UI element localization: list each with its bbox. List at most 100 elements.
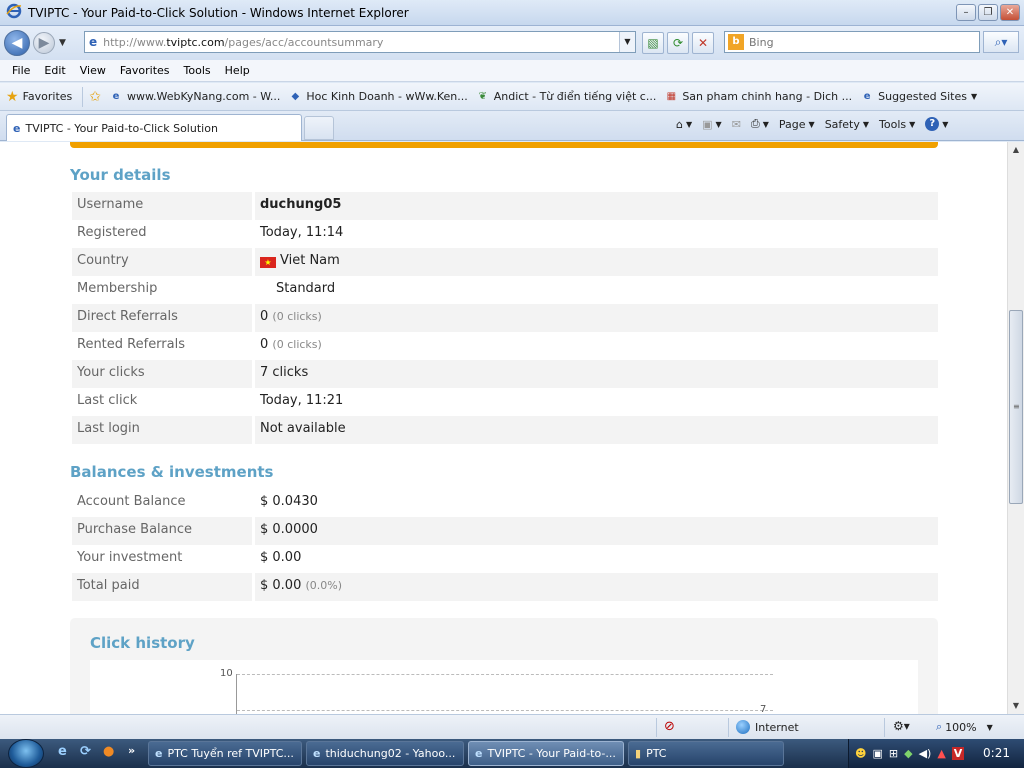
chevron-down-icon: ▼ [986, 722, 993, 732]
click-history-heading: Click history [90, 634, 195, 652]
grip-icon: ≡ [1013, 402, 1020, 411]
favorite-item-suggested-sites[interactable]: e Suggested Sites ▼ [860, 90, 977, 104]
compatibility-view-button[interactable]: ▧ [642, 32, 664, 54]
help-icon: ? [925, 117, 940, 131]
safety-menu-button[interactable]: Safety ▼ [825, 118, 869, 131]
taskbar-item-yahoo[interactable]: e thiduchung02 - Yahoo... [306, 741, 464, 766]
favorite-item-hockinhdoanh[interactable]: ◆ Hoc Kinh Doanh - wWw.Ken... [288, 90, 468, 104]
zoom-icon: ⌕ [936, 720, 943, 733]
table-row: Total paid $ 0.00 (0.0%) [70, 573, 938, 601]
store-icon: ▦ [666, 90, 677, 102]
menu-file[interactable]: File [10, 64, 32, 77]
address-bar[interactable]: e http://www.tviptc.com/pages/acc/accoun… [84, 31, 636, 53]
table-row: Registered Today, 11:14 [70, 220, 938, 248]
close-button[interactable]: ✕ [1000, 4, 1020, 21]
row-label: Country [72, 248, 252, 276]
recent-pages-dropdown-icon[interactable]: ▼ [59, 38, 66, 48]
rented-referrals-value: 0 (0 clicks) [260, 337, 322, 352]
scroll-up-icon[interactable]: ▲ [1008, 142, 1024, 158]
favorite-item-andict[interactable]: ❦ Andict - Từ điển tiếng việt c... [476, 90, 657, 104]
print-button[interactable]: ⎙ ▼ [751, 117, 769, 131]
ie-quicklaunch-icon[interactable]: e [58, 744, 67, 759]
menu-edit[interactable]: Edit [42, 64, 67, 77]
forward-button[interactable]: ▶ [33, 32, 55, 54]
start-button[interactable] [8, 739, 44, 768]
vietkey-icon[interactable]: V [951, 747, 965, 760]
menu-view[interactable]: View [78, 64, 108, 77]
antivirus-icon[interactable]: ▲ [937, 747, 945, 760]
header-divider [70, 142, 938, 148]
refresh-button[interactable]: ⟳ [667, 32, 689, 54]
volume-icon[interactable]: ◀) [919, 747, 932, 760]
taskbar-item-ptc-tuyen[interactable]: e PTC Tuyển ref TVIPTC... [148, 741, 302, 766]
ie-page-icon: e [112, 90, 120, 102]
menu-help[interactable]: Help [223, 64, 252, 77]
menu-favorites[interactable]: Favorites [118, 64, 172, 77]
stop-icon: ✕ [697, 36, 709, 50]
taskbar-item-ptc[interactable]: ▮ PTC [628, 741, 784, 766]
tray-app-icon[interactable]: ▣ [872, 747, 882, 760]
back-arrow-icon: ◀ [11, 35, 23, 51]
window-title: TVIPTC - Your Paid-to-Click Solution - W… [28, 5, 409, 20]
page-menu-button[interactable]: Page ▼ [779, 118, 815, 131]
globe-icon [736, 720, 750, 734]
home-button[interactable]: ⌂ ▼ [676, 118, 692, 131]
favorites-button[interactable]: Favorites [23, 90, 73, 103]
firefox-icon[interactable]: ● [103, 744, 114, 759]
balances-heading: Balances & investments [70, 463, 274, 481]
favorite-item-sanpham[interactable]: ▦ San pham chinh hang - Dich ... [664, 90, 853, 104]
table-row: Country ★ Viet Nam [70, 248, 938, 276]
emoticon-icon[interactable]: ☻ [855, 747, 866, 760]
favorites-bar: ★ Favorites ✩ e www.WebKyNang.com - W... … [0, 83, 1024, 111]
refresh-quicklaunch-icon[interactable]: ⟳ [80, 744, 91, 759]
taskbar-item-tviptc[interactable]: e TVIPTC - Your Paid-to-... [468, 741, 624, 766]
country-value: ★ Viet Nam [255, 248, 938, 276]
drop-icon: ◆ [291, 90, 300, 102]
scroll-down-icon[interactable]: ▼ [1008, 698, 1024, 714]
ie-logo-icon [6, 3, 22, 22]
search-box[interactable]: b [724, 31, 980, 53]
minimize-button[interactable]: – [956, 4, 976, 21]
back-button[interactable]: ◀ [4, 30, 30, 56]
quicklaunch-overflow-icon[interactable]: » [128, 744, 135, 757]
scrollbar-thumb[interactable]: ≡ [1009, 310, 1023, 504]
security-zone[interactable]: Internet [736, 720, 799, 734]
address-url[interactable]: http://www.tviptc.com/pages/acc/accounts… [103, 36, 383, 49]
stop-button[interactable]: ✕ [692, 32, 714, 54]
favorite-item-webkynang[interactable]: e www.WebKyNang.com - W... [109, 90, 281, 104]
new-tab-button[interactable] [304, 116, 334, 140]
click-history-chart: 10 7 [90, 660, 918, 714]
zoom-control[interactable]: ⌕ 100% ▼ [936, 720, 993, 734]
update-icon[interactable]: ◆ [904, 747, 912, 760]
page-scrollbar[interactable]: ▲ ≡ ▼ [1007, 142, 1024, 714]
menu-tools[interactable]: Tools [182, 64, 213, 77]
row-label: Your investment [77, 550, 183, 565]
feeds-button[interactable]: ▣ ▼ [702, 118, 722, 131]
last-login-value: Not available [255, 416, 938, 444]
your-clicks-value: 7 clicks [255, 360, 938, 388]
purchase-balance-value: $ 0.0000 [255, 517, 938, 545]
mail-icon: ✉ [731, 117, 741, 131]
network-icon[interactable]: ⊞ [889, 747, 898, 760]
help-button[interactable]: ? ▼ [925, 117, 948, 131]
rss-icon: ▣ [702, 117, 713, 131]
tools-menu-button[interactable]: Tools ▼ [879, 118, 915, 131]
window-title-bar: TVIPTC - Your Paid-to-Click Solution - W… [0, 0, 1024, 26]
table-row: Your clicks 7 clicks [70, 360, 938, 388]
vietnam-flag-icon: ★ [260, 257, 276, 268]
maximize-button[interactable]: ❐ [978, 4, 998, 21]
page-icon: e [89, 35, 98, 49]
tab-row: e TVIPTC - Your Paid-to-Click Solution ⌂… [0, 111, 1024, 141]
read-mail-button[interactable]: ✉ [732, 118, 741, 131]
refresh-icon: ⟳ [672, 36, 684, 50]
privacy-report-icon[interactable]: ⊘ [664, 719, 675, 734]
address-dropdown-icon[interactable]: ▼ [619, 32, 635, 52]
ie-page-icon: e [13, 121, 21, 135]
protected-mode-icon[interactable]: ⚙▾ [893, 719, 910, 733]
search-button[interactable]: ⌕▾ [983, 31, 1019, 53]
forward-arrow-icon: ▶ [38, 35, 50, 51]
tab-tviptc[interactable]: e TVIPTC - Your Paid-to-Click Solution [6, 114, 302, 141]
clock[interactable]: 0:21 [983, 746, 1010, 760]
add-to-favorites-icon[interactable]: ✩ [89, 89, 101, 105]
search-input[interactable] [749, 35, 969, 49]
